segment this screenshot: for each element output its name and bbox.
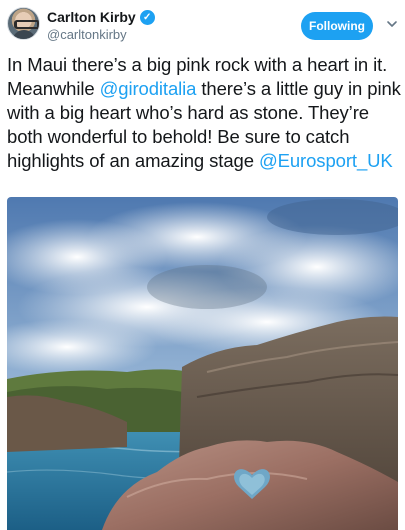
display-name[interactable]: Carlton Kirby <box>47 9 136 25</box>
tweet-photo[interactable] <box>7 197 398 530</box>
mention-link-eurosport[interactable]: @Eurosport_UK <box>259 150 393 171</box>
chevron-down-icon[interactable] <box>386 18 398 30</box>
tweet-header: Carlton Kirby ✓ @carltonkirby Following <box>0 0 405 52</box>
tweet-text: In Maui there’s a big pink rock with a h… <box>7 53 402 173</box>
user-handle[interactable]: @carltonkirby <box>47 27 127 42</box>
photo-image <box>7 197 398 530</box>
following-button[interactable]: Following <box>301 12 373 40</box>
mention-link-giroditalia[interactable]: @giroditalia <box>100 78 197 99</box>
author-name-row[interactable]: Carlton Kirby ✓ <box>47 9 155 25</box>
avatar[interactable] <box>7 7 40 40</box>
verified-badge-icon: ✓ <box>139 9 155 25</box>
